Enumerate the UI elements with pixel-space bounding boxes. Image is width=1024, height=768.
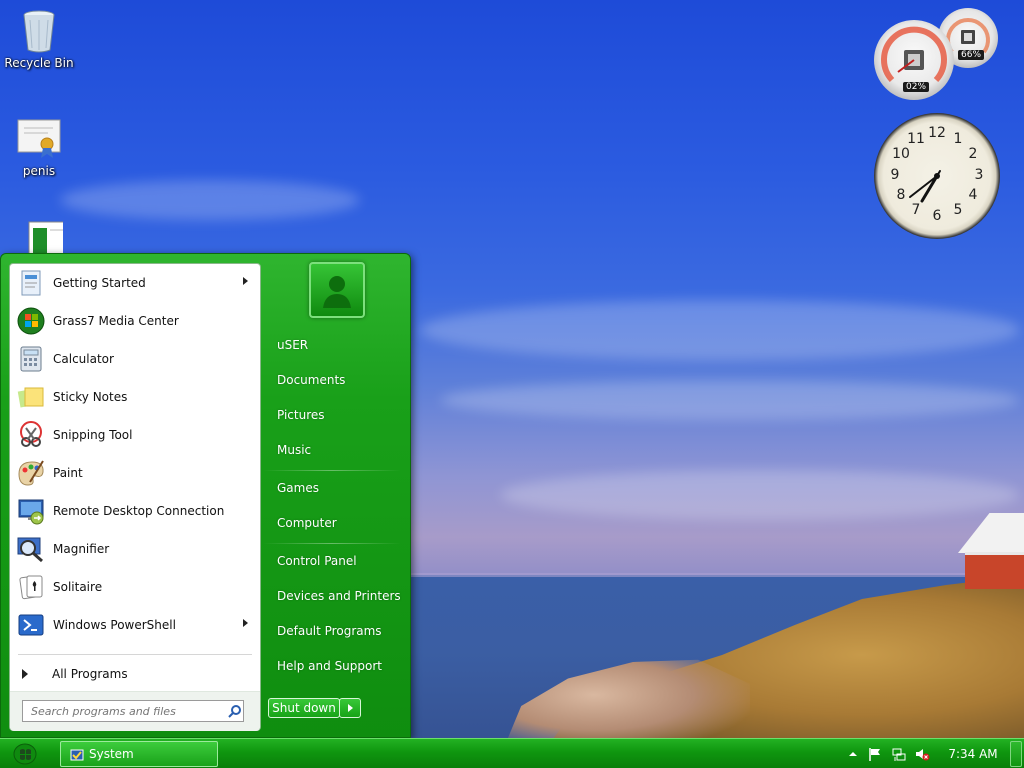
clock-hands: [909, 170, 941, 203]
action-center-flag-icon[interactable]: [867, 746, 883, 762]
desktop-icon-penis[interactable]: penis: [1, 114, 77, 178]
program-calculator[interactable]: Calculator: [12, 341, 258, 377]
system-window-icon: [70, 747, 84, 761]
menu-item-computer[interactable]: Computer: [277, 513, 337, 533]
program-label: Remote Desktop Connection: [53, 504, 225, 518]
program-paint[interactable]: Paint: [12, 455, 258, 491]
desktop-icon-label: Recycle Bin: [4, 56, 74, 70]
program-remote-desktop[interactable]: Remote Desktop Connection: [12, 493, 258, 529]
menu-item-pictures[interactable]: Pictures: [277, 405, 325, 425]
shutdown-button[interactable]: Shut down: [268, 698, 340, 718]
taskbar-clock[interactable]: 7:34 AM: [944, 739, 1002, 768]
programs-pane: Getting Started Grass7 Media Center Calc…: [9, 263, 261, 731]
divider: [18, 654, 252, 655]
menu-item-default-programs[interactable]: Default Programs: [277, 621, 382, 641]
divider: [263, 470, 401, 471]
program-getting-started[interactable]: Getting Started: [12, 265, 258, 301]
desktop-icon-recycle-bin[interactable]: Recycle Bin: [1, 6, 77, 70]
places-pane: uSER Documents Pictures Music Games Comp…: [263, 254, 411, 734]
program-label: Snipping Tool: [53, 428, 133, 442]
program-label: Sticky Notes: [53, 390, 128, 404]
submenu-arrow-icon: [243, 619, 248, 627]
powershell-icon: [14, 608, 48, 642]
menu-item-control-panel[interactable]: Control Panel: [277, 551, 357, 571]
program-label: Getting Started: [53, 276, 146, 290]
program-label: Calculator: [53, 352, 114, 366]
cpu-readout: 02%: [903, 82, 930, 92]
program-powershell[interactable]: Windows PowerShell: [12, 607, 258, 643]
program-sticky-notes[interactable]: Sticky Notes: [12, 379, 258, 415]
all-programs-button[interactable]: All Programs: [18, 662, 254, 686]
program-media-center[interactable]: Grass7 Media Center: [12, 303, 258, 339]
search-input[interactable]: [22, 700, 244, 722]
volume-muted-icon[interactable]: [914, 746, 930, 762]
clock-gadget[interactable]: 12 1 2 3 4 5 6 7 8 9 10 11: [874, 113, 1000, 239]
program-label: Windows PowerShell: [53, 618, 176, 632]
taskbar-window-label: System: [89, 747, 134, 761]
desktop-icon-label: penis: [22, 164, 56, 178]
program-label: Paint: [53, 466, 83, 480]
program-label: Grass7 Media Center: [53, 314, 179, 328]
all-programs-label: All Programs: [52, 667, 128, 681]
submenu-arrow-icon: [243, 277, 248, 285]
taskbar: System 7:34 AM: [0, 738, 1024, 768]
solitaire-icon: [14, 570, 48, 604]
menu-item-games[interactable]: Games: [277, 478, 319, 498]
calculator-icon: [14, 342, 48, 376]
program-label: Solitaire: [53, 580, 103, 594]
taskbar-window-system[interactable]: System: [60, 741, 218, 767]
search-icon[interactable]: [228, 704, 242, 718]
program-snipping-tool[interactable]: Snipping Tool: [12, 417, 258, 453]
menu-item-documents[interactable]: Documents: [277, 370, 345, 390]
search-area: [10, 691, 260, 731]
program-solitaire[interactable]: Solitaire: [12, 569, 258, 605]
sticky-notes-icon: [14, 380, 48, 414]
snipping-tool-icon: [14, 418, 48, 452]
program-label: Magnifier: [53, 542, 110, 556]
certificate-icon: [15, 114, 63, 162]
media-center-icon: [14, 304, 48, 338]
user-picture[interactable]: [309, 262, 365, 318]
start-menu: Getting Started Grass7 Media Center Calc…: [0, 253, 411, 738]
divider: [263, 543, 401, 544]
menu-item-user[interactable]: uSER: [277, 335, 308, 355]
expand-arrow-icon: [22, 669, 28, 679]
getting-started-icon: [14, 266, 48, 300]
menu-item-music[interactable]: Music: [277, 440, 311, 460]
recycle-bin-icon: [15, 6, 63, 54]
magnifier-icon: [14, 532, 48, 566]
memory-readout: 66%: [958, 50, 985, 60]
cpu-meter-gadget[interactable]: 02%: [874, 20, 954, 100]
user-avatar-icon: [323, 276, 351, 308]
program-magnifier[interactable]: Magnifier: [12, 531, 258, 567]
start-orb-icon: [13, 743, 37, 765]
menu-item-help-and-support[interactable]: Help and Support: [277, 656, 382, 676]
network-icon[interactable]: [891, 746, 907, 762]
start-button[interactable]: [12, 742, 38, 766]
show-desktop-button[interactable]: [1010, 741, 1022, 767]
shutdown-options-button[interactable]: [339, 698, 361, 718]
paint-icon: [14, 456, 48, 490]
show-hidden-icons-icon[interactable]: [845, 746, 861, 762]
remote-desktop-icon: [14, 494, 48, 528]
menu-item-devices-and-printers[interactable]: Devices and Printers: [277, 586, 401, 606]
